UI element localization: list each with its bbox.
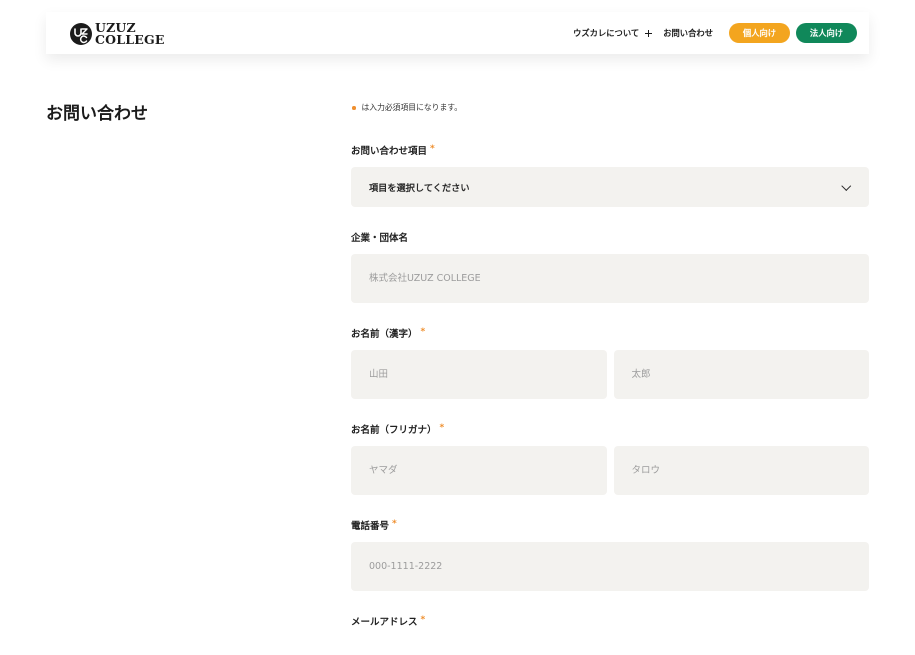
required-asterisk: * [392, 519, 397, 529]
nav-contact-link[interactable]: お問い合わせ [663, 27, 713, 39]
company-input[interactable] [351, 254, 869, 303]
required-note: は入力必須項目になります。 [351, 103, 869, 113]
nav-contact-label: お問い合わせ [663, 28, 713, 38]
page-title: お問い合わせ [46, 104, 148, 124]
nav-about-link[interactable]: ウズカレについて [573, 27, 653, 39]
inquiry-type-select[interactable]: 項目を選択してください [351, 167, 869, 207]
name-kana-row [351, 446, 869, 495]
chevron-down-icon [841, 181, 851, 191]
required-asterisk: * [420, 327, 426, 337]
inquiry-type-field: お問い合わせ項目 * 項目を選択してください [351, 144, 869, 207]
company-label: 企業・団体名 [351, 233, 869, 245]
name-kanji-field: お名前（漢字） * [351, 327, 869, 399]
label-text: メールアドレス [351, 617, 418, 628]
first-name-kanji-input[interactable] [613, 350, 869, 399]
required-asterisk: * [420, 615, 426, 625]
site-header: UZUZ COLLEGE ウズカレについて お問い合わせ 個人向け 法人向け [46, 12, 869, 54]
name-kanji-label: お名前（漢字） * [351, 327, 869, 341]
required-asterisk: * [439, 423, 445, 433]
label-text: お名前（フリガナ） [351, 425, 437, 436]
corporate-button[interactable]: 法人向け [796, 23, 857, 43]
phone-field: 電話番号 * [351, 519, 869, 591]
nav-about-label: ウズカレについて [573, 28, 640, 38]
required-note-text: は入力必須項目になります。 [361, 103, 463, 112]
label-text: 電話番号 [351, 521, 390, 532]
plus-icon [645, 29, 653, 37]
corporate-button-label: 法人向け [809, 28, 844, 38]
label-text: お名前（漢字） [351, 329, 418, 340]
individual-button[interactable]: 個人向け [729, 23, 790, 43]
last-name-kana-input[interactable] [351, 446, 607, 495]
phone-input[interactable] [351, 542, 869, 591]
first-name-kana-input[interactable] [613, 446, 869, 495]
email-label: メールアドレス * [351, 615, 869, 629]
inquiry-type-selected-value: 項目を選択してください [369, 183, 470, 194]
logo-line-2: COLLEGE [95, 31, 165, 47]
inquiry-type-label: お問い合わせ項目 * [351, 144, 869, 158]
uzuz-college-logo-icon [70, 22, 92, 45]
site-logo[interactable]: UZUZ COLLEGE [70, 22, 165, 45]
name-kana-field: お名前（フリガナ） * [351, 423, 869, 495]
name-kana-label: お名前（フリガナ） * [351, 423, 869, 437]
phone-label: 電話番号 * [351, 519, 869, 533]
individual-button-label: 個人向け [742, 28, 777, 38]
required-dot-icon [352, 106, 356, 110]
name-kanji-row [351, 350, 869, 399]
label-text: お問い合わせ項目 [351, 146, 428, 157]
last-name-kanji-input[interactable] [351, 350, 607, 399]
label-text: 企業・団体名 [351, 233, 409, 244]
global-nav: ウズカレについて お問い合わせ 個人向け 法人向け [573, 23, 857, 43]
contact-form: は入力必須項目になります。 お問い合わせ項目 * 項目を選択してください 企業・… [351, 103, 869, 655]
email-field: メールアドレス * [351, 615, 869, 629]
company-field: 企業・団体名 [351, 233, 869, 303]
logo-wordmark: UZUZ COLLEGE [95, 22, 165, 45]
required-asterisk: * [430, 144, 435, 154]
